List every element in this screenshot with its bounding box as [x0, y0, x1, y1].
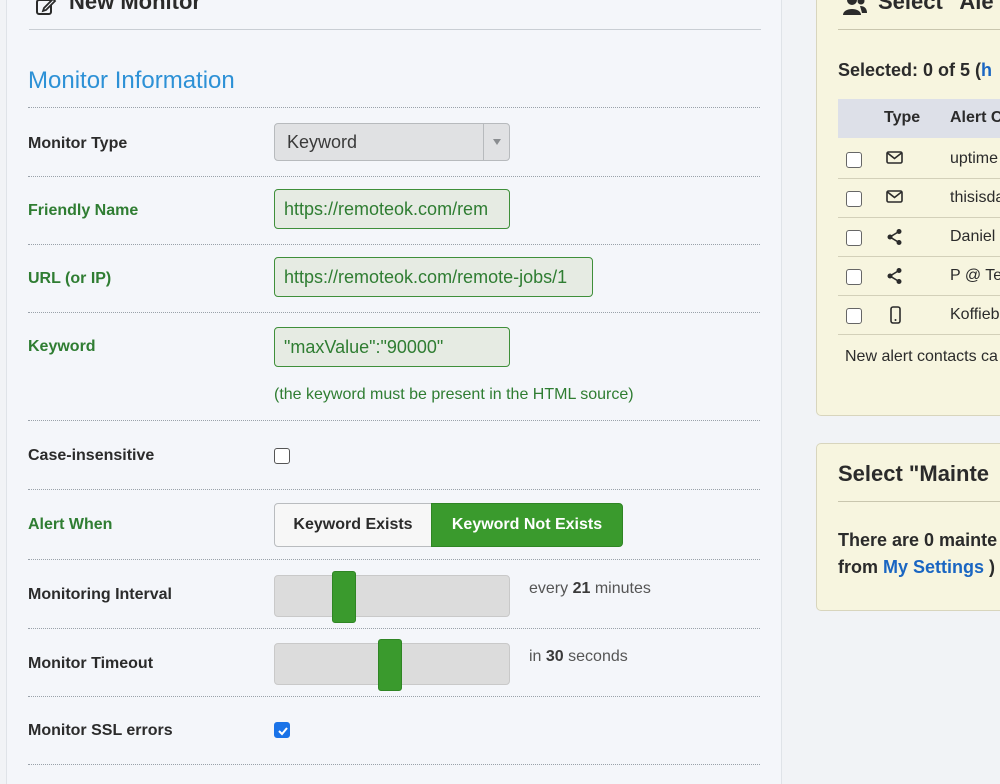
alert-contacts-note: New alert contacts ca [845, 348, 998, 365]
table-row[interactable]: thisisda [838, 179, 1000, 218]
table-row[interactable]: Daniel [838, 218, 1000, 257]
column-header-alert-contact: Alert C [950, 109, 1000, 126]
panel-header: New Monitor [29, 0, 761, 30]
share-icon [886, 228, 904, 251]
divider [28, 559, 760, 560]
friendly-name-value: https://remoteok.com/rem [284, 199, 489, 219]
row-checkbox[interactable] [846, 308, 862, 324]
maintenance-text: There are 0 mainte [838, 530, 998, 550]
friendly-name-label: Friendly Name [28, 202, 139, 219]
timeout-suffix: seconds [568, 648, 628, 665]
users-icon [842, 0, 868, 21]
keyword-input[interactable]: "maxValue":"90000" [274, 327, 510, 367]
page-title: New Monitor [69, 0, 201, 14]
alert-contacts-title: Select "Ale [878, 0, 994, 14]
case-insensitive-label: Case-insensitive [28, 447, 155, 464]
timeout-value: 30 [545, 648, 564, 665]
row-checkbox[interactable] [846, 191, 862, 207]
selected-count: Selected: 0 of 5 (h [838, 60, 992, 81]
keyword-hint: (the keyword must be present in the HTML… [274, 386, 634, 403]
ssl-errors-checkbox[interactable] [274, 722, 290, 738]
timeout-readout: in 30 seconds [529, 648, 628, 666]
table-row[interactable]: Koffieb [838, 296, 1000, 335]
maintenance-suffix: ) [989, 557, 996, 577]
divider [838, 501, 1000, 502]
url-value: https://remoteok.com/remote-jobs/1 [284, 267, 568, 287]
table-row[interactable]: P @ Te [838, 257, 1000, 296]
monitor-timeout-label: Monitor Timeout [28, 655, 154, 672]
alert-contacts-header: Select "Ale [838, 0, 1000, 30]
selected-text: Selected: 0 of 5 ( [838, 60, 982, 80]
ssl-errors-label: Monitor SSL errors [28, 722, 173, 739]
contact-name: uptime [950, 150, 999, 167]
table-header: Type Alert C [838, 99, 1000, 138]
divider [28, 312, 760, 313]
row-checkbox[interactable] [846, 230, 862, 246]
maintenance-title: Select "Mainte [838, 461, 990, 486]
email-icon [886, 189, 904, 210]
mobile-icon [886, 306, 904, 329]
divider [28, 107, 760, 108]
share-icon [886, 267, 904, 290]
url-input[interactable]: https://remoteok.com/remote-jobs/1 [274, 257, 593, 297]
divider [28, 420, 760, 421]
divider [28, 764, 760, 765]
url-label: URL (or IP) [28, 270, 112, 287]
keyword-label: Keyword [28, 338, 96, 355]
interval-value: 21 [572, 580, 591, 597]
alert-when-label: Alert When [28, 516, 113, 533]
divider [28, 696, 760, 697]
friendly-name-input[interactable]: https://remoteok.com/rem [274, 189, 510, 229]
maintenance-panel: Select "Mainte There are 0 mainte from M… [816, 443, 1000, 611]
row-checkbox[interactable] [846, 269, 862, 285]
divider [28, 489, 760, 490]
timeout-prefix: in [529, 648, 542, 665]
keyword-not-exists-button[interactable]: Keyword Not Exists [431, 503, 623, 547]
divider [28, 244, 760, 245]
monitor-type-select[interactable]: Keyword [274, 123, 510, 161]
interval-prefix: every [529, 580, 569, 597]
contact-name: Koffieb [950, 306, 1000, 323]
selected-link[interactable]: h [981, 60, 992, 80]
contact-name: P @ Te [950, 267, 1000, 284]
case-insensitive-checkbox[interactable] [274, 448, 290, 464]
monitor-type-label: Monitor Type [28, 135, 128, 152]
alert-contacts-panel: Select "Ale Selected: 0 of 5 (h Type Ale… [816, 0, 1000, 416]
contact-name: Daniel [950, 228, 996, 245]
monitor-type-value: Keyword [287, 132, 358, 152]
keyword-value: "maxValue":"90000" [284, 337, 444, 357]
section-title: Monitor Information [28, 67, 235, 94]
monitoring-interval-slider[interactable] [274, 571, 510, 623]
maintenance-text-line2: from My Settings ) [838, 557, 995, 578]
monitoring-interval-label: Monitoring Interval [28, 586, 172, 603]
my-settings-link[interactable]: My Settings [883, 557, 984, 577]
maintenance-prefix: from [838, 557, 878, 577]
divider [28, 176, 760, 177]
keyword-exists-button[interactable]: Keyword Exists [274, 503, 432, 547]
divider [28, 628, 760, 629]
slider-handle[interactable] [332, 571, 356, 623]
column-header-type: Type [884, 109, 921, 126]
interval-suffix: minutes [594, 580, 651, 597]
email-icon [886, 150, 904, 171]
row-checkbox[interactable] [846, 152, 862, 168]
chevron-down-icon[interactable] [483, 124, 509, 160]
interval-readout: every 21 minutes [529, 580, 651, 598]
contact-name: thisisda [950, 189, 1000, 206]
monitor-timeout-slider[interactable] [274, 639, 510, 691]
table-row[interactable]: uptime [838, 140, 1000, 179]
slider-handle[interactable] [378, 639, 402, 691]
edit-icon [35, 0, 57, 22]
